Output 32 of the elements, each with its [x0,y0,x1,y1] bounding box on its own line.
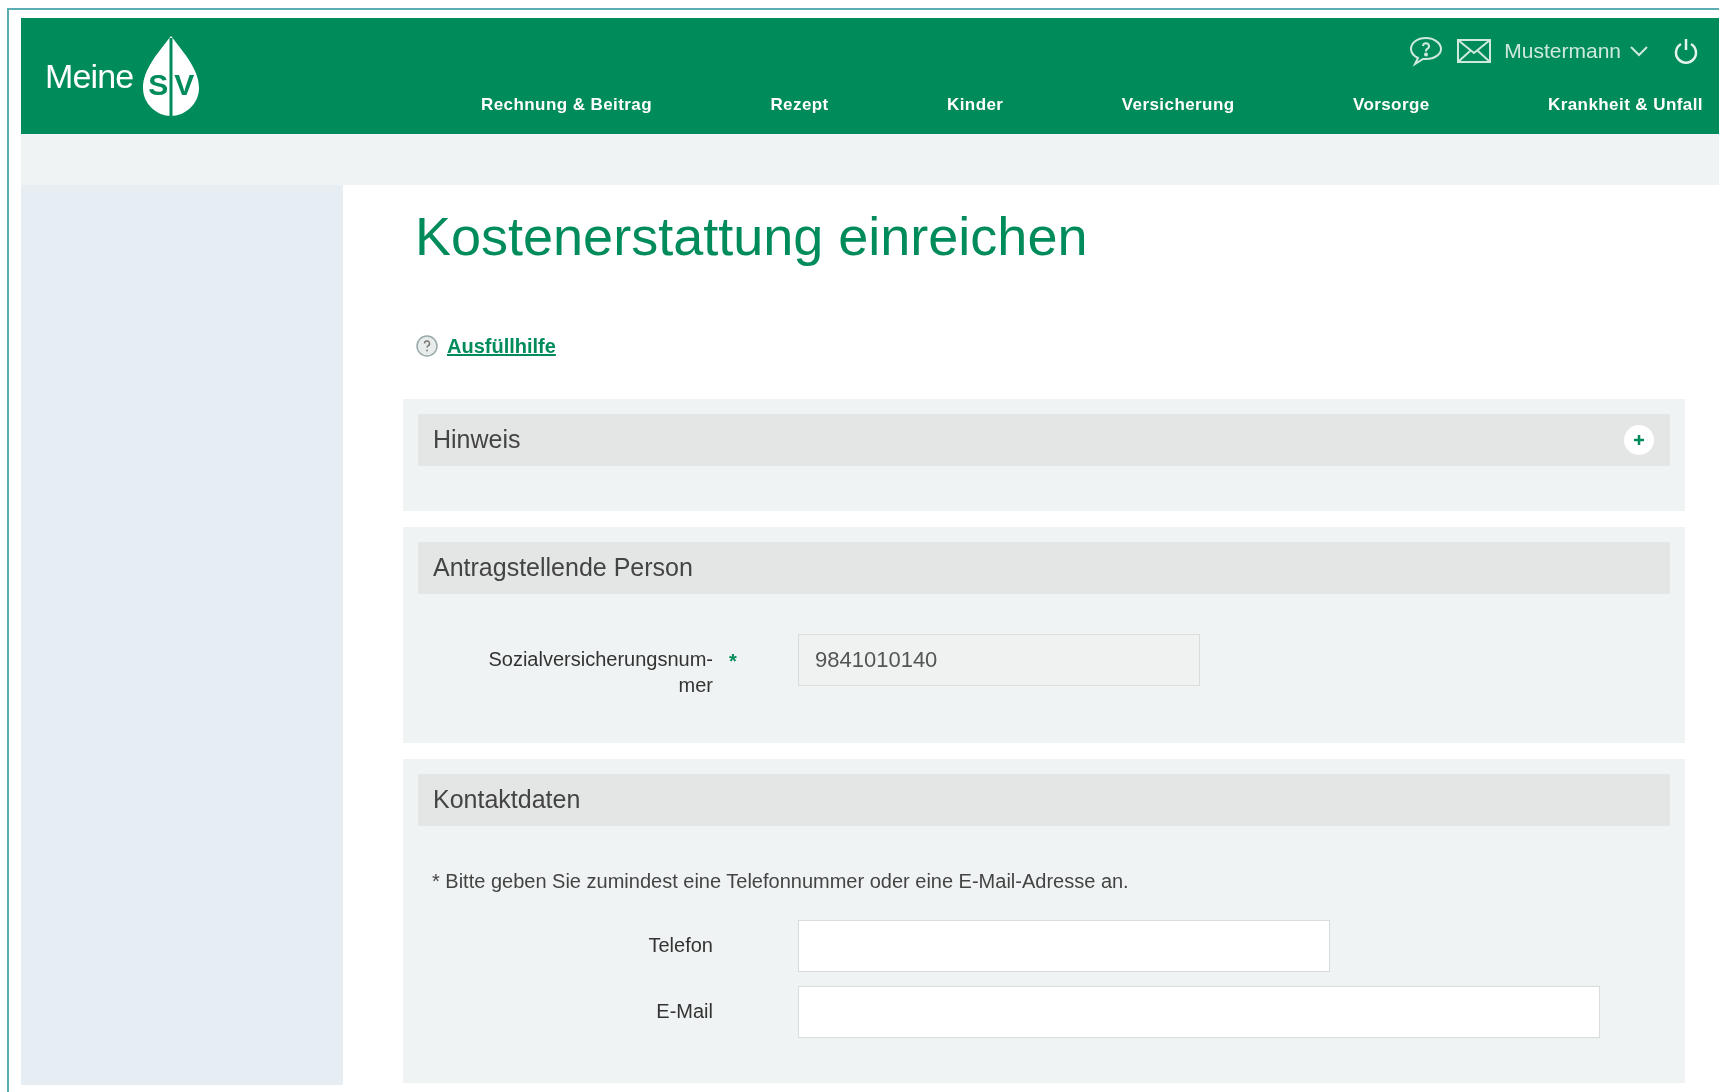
field-label: Telefon [648,932,713,958]
form-note: * Bitte geben Sie zumindest eine Telefonnummer oder eine E-Mail-Adresse an. [431,868,1130,894]
expand-plus-icon[interactable] [1623,423,1655,456]
section-header[interactable]: Hinweis [418,413,1670,466]
section-title: Hinweis [433,423,521,455]
nav-link[interactable]: Vorsorge [1352,92,1430,118]
help-circle-icon [415,333,439,358]
nav-link[interactable]: Kinder [947,92,1004,118]
section-title: Kontaktdaten [433,783,581,815]
nav-link[interactable]: Rezept [770,92,829,118]
page-title: Kostenerstattung einreichen [415,205,1089,268]
logo-word: Meine [45,55,134,97]
help-chat-icon[interactable] [1408,35,1445,67]
nav-link[interactable]: Versicherung [1121,92,1235,118]
logo-letter: V [174,70,195,100]
input-field[interactable] [798,919,1330,972]
nav-link[interactable]: Krankheit & Unfall [1548,92,1703,118]
meine-sv-logo[interactable]: Meine S V [21,18,421,134]
required-mark: * [729,649,737,672]
help-link[interactable]: Ausfüllhilfe [447,330,556,361]
user-menu-button[interactable]: Mustermann [1504,35,1649,67]
mail-icon[interactable] [1456,38,1493,64]
field-label: Sozialversicherungsnum-mer [487,646,713,698]
field-label: E-Mail [656,998,713,1024]
section-title: Antragstellende Person [433,551,693,583]
logo-letter: S [148,70,169,100]
chevron-down-icon [1629,45,1649,57]
nav-link[interactable]: Rechnung & Beitrag [481,92,653,118]
input-field[interactable] [798,985,1600,1038]
section-header[interactable]: Antragstellende Person [418,541,1670,594]
power-icon[interactable] [1673,37,1699,65]
section-header[interactable]: Kontaktdaten [418,773,1670,826]
